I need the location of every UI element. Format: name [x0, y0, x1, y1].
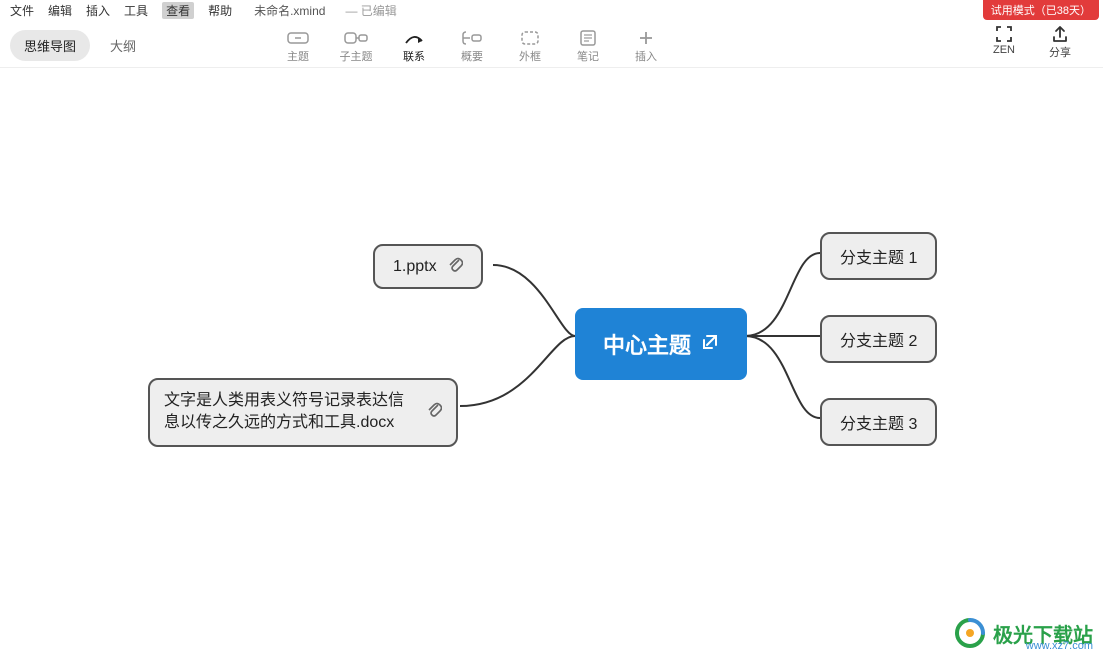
node-center-label: 中心主题	[603, 328, 691, 360]
share-label: 分享	[1049, 44, 1071, 60]
tool-subtopic[interactable]: 子主题	[328, 24, 384, 68]
toolbar: 思维导图 大纲 主题 子主题 联系 概要	[0, 18, 1103, 68]
node-branch-1-label: 分支主题 1	[840, 244, 917, 268]
menubar: 文件 编辑 插入 工具 查看 帮助 未命名.xmind — 已编辑	[0, 0, 1103, 18]
document-title: 未命名.xmind	[254, 2, 325, 19]
zen-icon	[994, 24, 1014, 44]
note-icon	[579, 28, 597, 48]
node-branch-2[interactable]: 分支主题 2	[820, 315, 937, 363]
node-branch-3[interactable]: 分支主题 3	[820, 398, 937, 446]
mindmap-canvas[interactable]: 中心主题 1.pptx 文字是人类用表义符号记录表达信息以传之久远的方式和工具.…	[0, 68, 1103, 658]
watermark-logo-icon	[953, 616, 987, 650]
tool-relation[interactable]: 联系	[386, 24, 442, 68]
external-link-icon	[701, 333, 719, 356]
attachment-icon	[426, 401, 442, 424]
zen-button[interactable]: ZEN	[981, 24, 1027, 60]
node-branch-1[interactable]: 分支主题 1	[820, 232, 937, 280]
tool-boundary[interactable]: 外框	[502, 24, 558, 68]
tool-insert[interactable]: 插入	[618, 24, 674, 68]
topic-icon	[287, 28, 309, 48]
relation-icon	[403, 28, 425, 48]
node-branch-3-label: 分支主题 3	[840, 410, 917, 434]
subtopic-icon	[344, 28, 368, 48]
trial-mode-badge: 试用模式（已38天）	[983, 0, 1099, 20]
share-button[interactable]: 分享	[1037, 24, 1083, 60]
node-left-docx-label: 文字是人类用表义符号记录表达信息以传之久远的方式和工具.docx	[164, 390, 416, 435]
tool-buttons: 主题 子主题 联系 概要 外框	[270, 18, 674, 68]
node-left-pptx[interactable]: 1.pptx	[373, 244, 483, 289]
tool-note[interactable]: 笔记	[560, 24, 616, 68]
document-status: — 已编辑	[345, 2, 396, 19]
tool-label: 子主题	[340, 48, 373, 64]
boundary-icon	[520, 28, 540, 48]
menu-view[interactable]: 查看	[162, 2, 194, 19]
tool-topic[interactable]: 主题	[270, 24, 326, 68]
tool-label: 笔记	[577, 48, 599, 64]
zen-label: ZEN	[993, 44, 1015, 56]
tool-summary[interactable]: 概要	[444, 24, 500, 68]
tab-mindmap[interactable]: 思维导图	[10, 30, 90, 61]
node-center[interactable]: 中心主题	[575, 308, 747, 380]
tool-label: 联系	[403, 48, 425, 64]
tab-outline[interactable]: 大纲	[96, 30, 150, 61]
menu-tools[interactable]: 工具	[124, 2, 148, 19]
connectors	[0, 68, 1103, 658]
node-branch-2-label: 分支主题 2	[840, 327, 917, 351]
attachment-icon	[447, 256, 463, 277]
watermark: 极光下载站 www.xz7.com	[953, 616, 1093, 650]
insert-icon	[638, 28, 654, 48]
menu-edit[interactable]: 编辑	[48, 2, 72, 19]
watermark-url: www.xz7.com	[1026, 640, 1093, 652]
tool-label: 外框	[519, 48, 541, 64]
tool-label: 主题	[287, 48, 309, 64]
share-icon	[1050, 24, 1070, 44]
node-left-pptx-label: 1.pptx	[393, 258, 437, 276]
tool-label: 概要	[461, 48, 483, 64]
menu-help[interactable]: 帮助	[208, 2, 232, 19]
tool-label: 插入	[635, 48, 657, 64]
summary-icon	[462, 28, 482, 48]
view-tabs: 思维导图 大纲	[0, 18, 160, 73]
menu-file[interactable]: 文件	[10, 2, 34, 19]
right-tools: ZEN 分享	[981, 18, 1103, 60]
node-left-docx[interactable]: 文字是人类用表义符号记录表达信息以传之久远的方式和工具.docx	[148, 378, 458, 447]
menu-insert[interactable]: 插入	[86, 2, 110, 19]
